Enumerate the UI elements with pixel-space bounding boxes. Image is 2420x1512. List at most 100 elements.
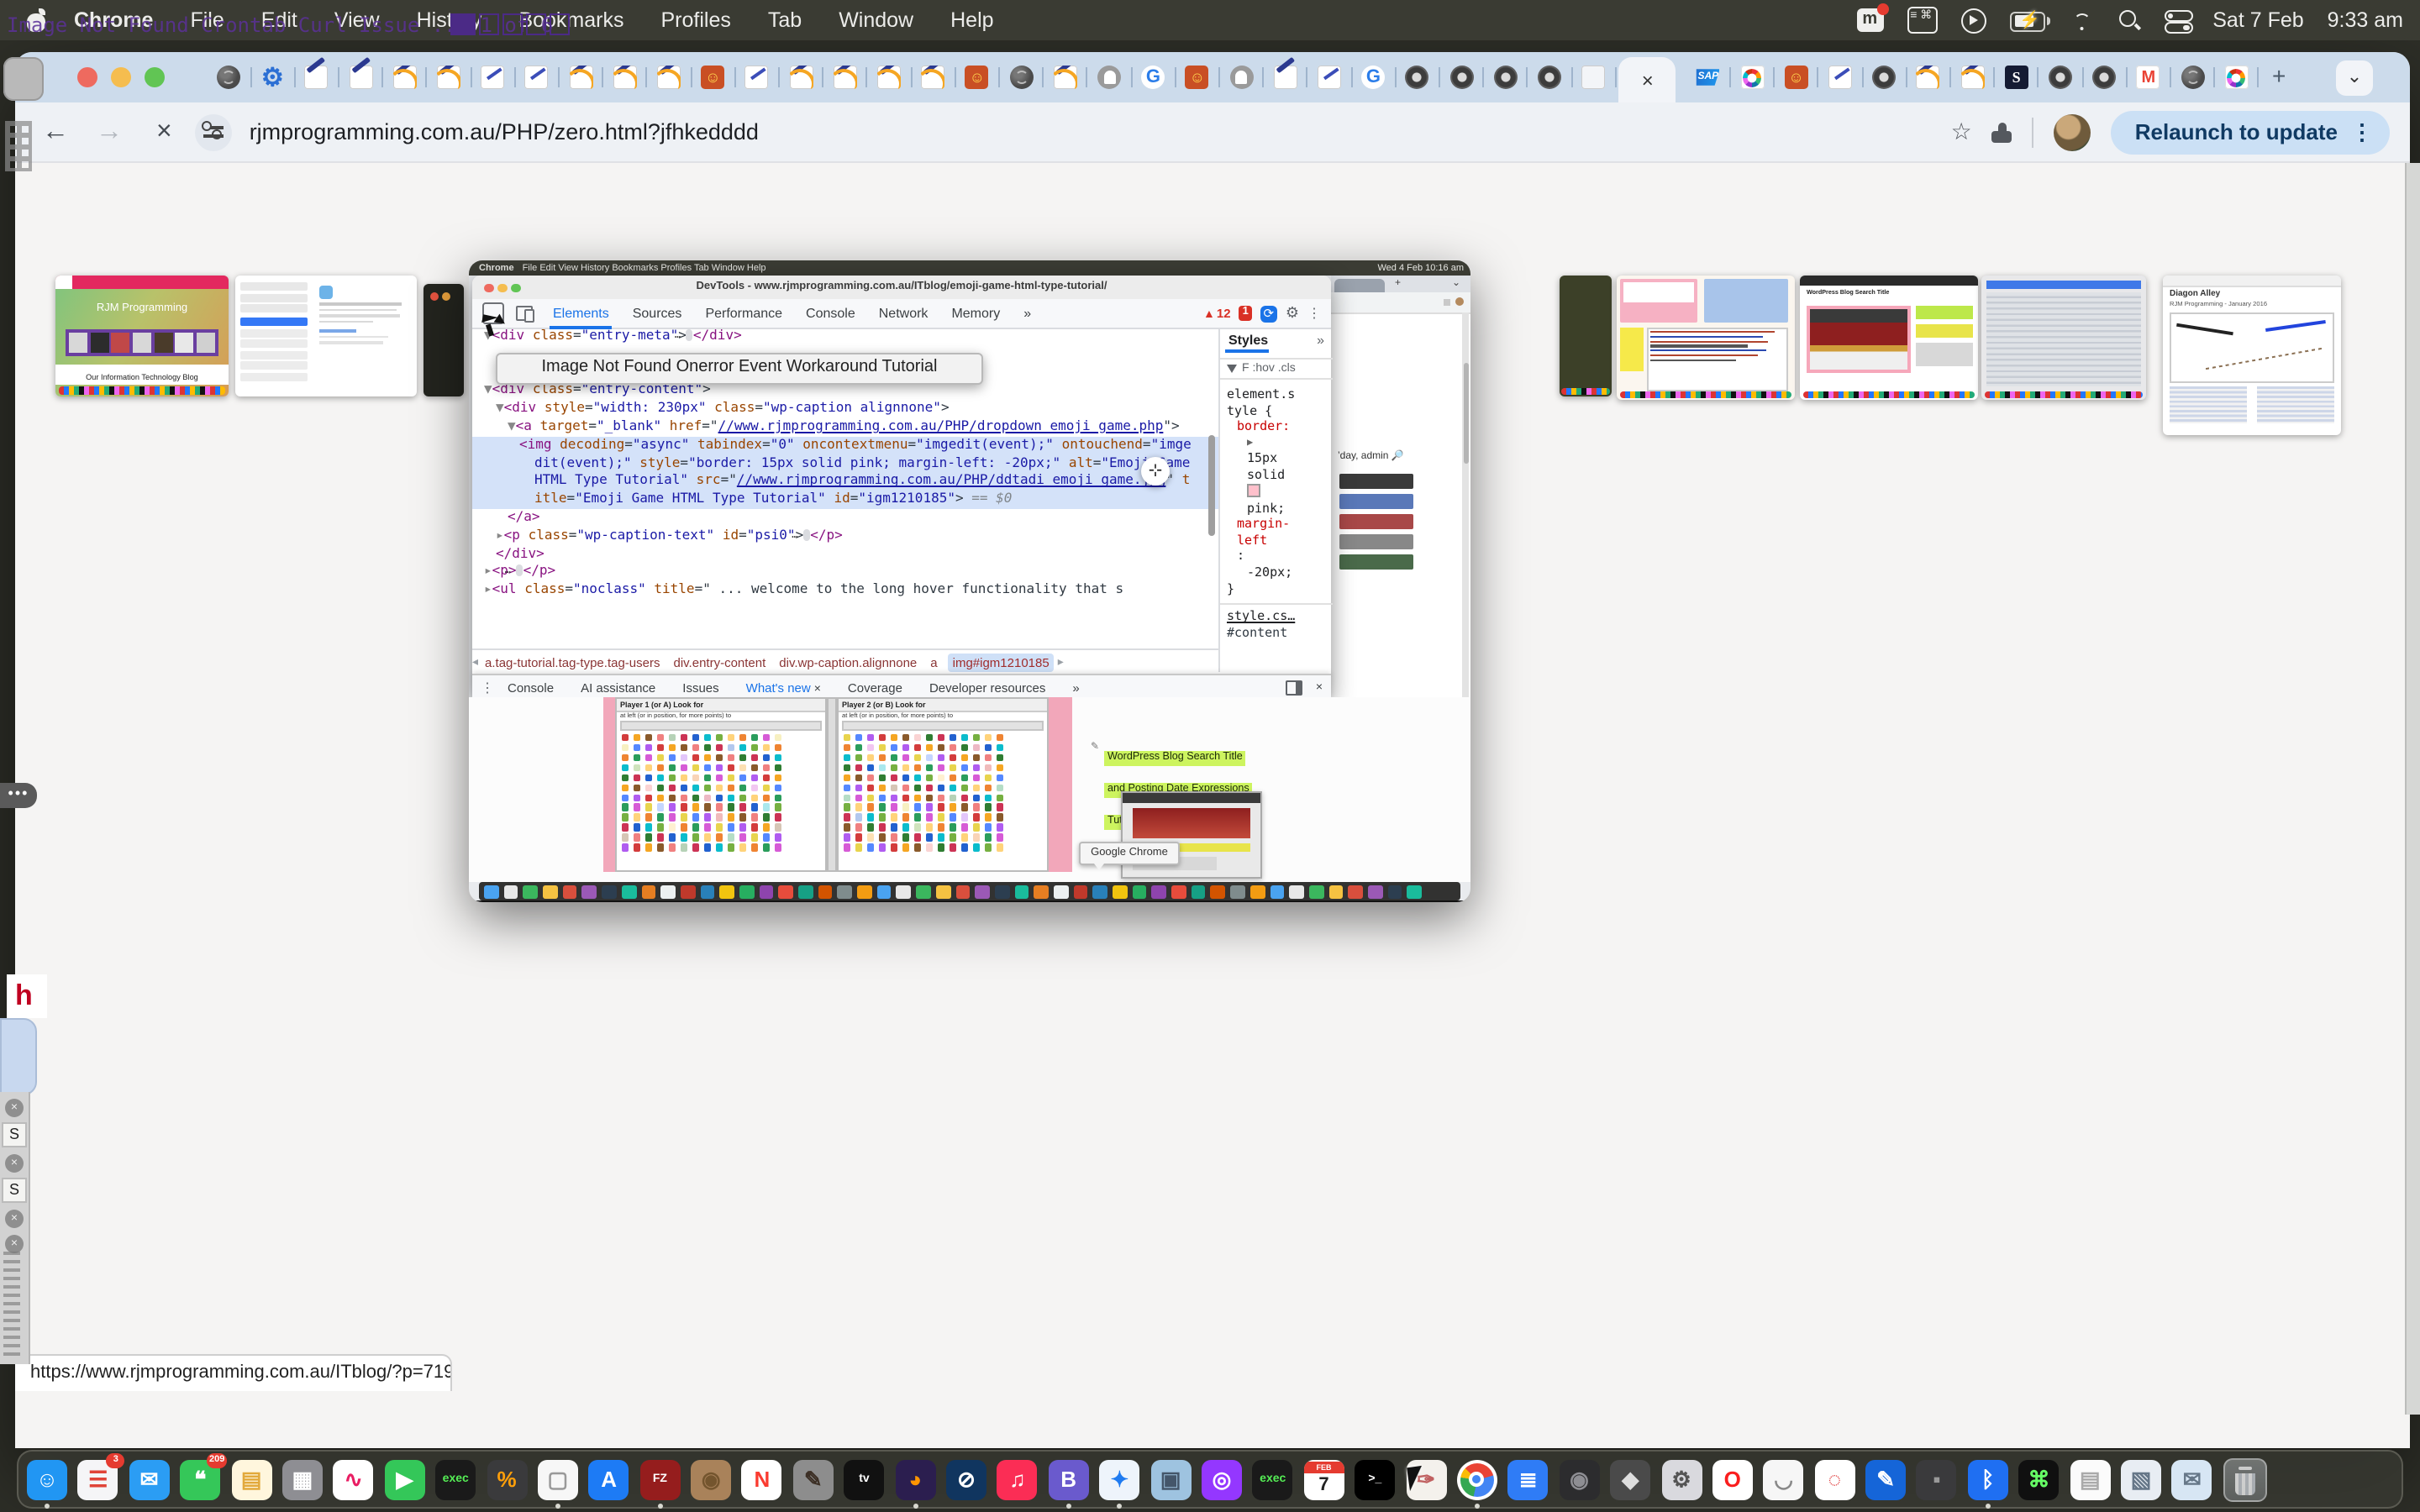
dock-app-blocked[interactable]: ⊘ bbox=[946, 1459, 986, 1499]
new-tab-button[interactable]: + bbox=[2272, 62, 2286, 89]
dock-app-pen[interactable]: ✎ bbox=[1865, 1459, 1906, 1499]
dock-app-opera[interactable]: O bbox=[1712, 1459, 1753, 1499]
style-rule-line[interactable]: pink; bbox=[1227, 500, 1329, 516]
style-rule-line[interactable]: } bbox=[1227, 580, 1329, 596]
pinned-tab-google[interactable]: G bbox=[1355, 60, 1392, 94]
style-rule-line[interactable]: -20px; bbox=[1227, 564, 1329, 580]
dock-app-finder[interactable]: ☺ bbox=[27, 1459, 67, 1499]
pinned-tab-dots[interactable] bbox=[1733, 60, 1770, 94]
dock-app-reminders[interactable]: ☰3 bbox=[78, 1459, 118, 1499]
dock-app-shell[interactable]: >_ bbox=[1355, 1459, 1395, 1499]
thumbnail-diagon-alley-chart[interactable]: Diagon Alley RJM Programming - January 2… bbox=[2163, 276, 2341, 435]
drawer-more-icon[interactable]: » bbox=[1072, 680, 1079, 695]
dock-app-settings[interactable]: ⚙ bbox=[1661, 1459, 1702, 1499]
pinned-tab-sap[interactable]: SAP bbox=[1690, 60, 1727, 94]
devtools-tab-console[interactable]: Console bbox=[806, 306, 855, 321]
pinned-tab-pencil[interactable] bbox=[342, 60, 379, 94]
pinned-tab-line[interactable] bbox=[518, 60, 555, 94]
dock-app-facetime[interactable]: ▶ bbox=[384, 1459, 424, 1499]
search-icon[interactable] bbox=[2118, 9, 2140, 31]
pinned-tab-sdark[interactable]: S bbox=[1998, 60, 2035, 94]
pinned-tab-google[interactable]: G bbox=[1134, 60, 1171, 94]
vertical-tab[interactable]: S bbox=[2, 1178, 27, 1203]
dock-app-bluetooth[interactable]: ᛒ bbox=[1968, 1459, 2008, 1499]
dock-app-camera[interactable]: ◉ bbox=[1559, 1459, 1599, 1499]
pinned-tab-pencilO[interactable] bbox=[782, 60, 819, 94]
element-style-rule[interactable]: element.style {border:▶15pxsolidpink;mar… bbox=[1220, 380, 1333, 596]
thumbnail-list-window[interactable] bbox=[1981, 276, 2146, 400]
style-rule-line[interactable]: ▶ bbox=[1227, 435, 1329, 451]
code-line[interactable]: ▼<a target="_blank" href="//www.rjmprogr… bbox=[472, 418, 1218, 437]
emoji-grid-player2[interactable]: Player 2 (or B) Look for at left (or in … bbox=[837, 697, 1049, 872]
thumbnail-dark-partial[interactable] bbox=[424, 284, 464, 396]
dock-app-textedit[interactable]: ▢ bbox=[538, 1459, 578, 1499]
styles-filter-bar[interactable]: F :hov .cls bbox=[1220, 358, 1333, 380]
pinned-tab-book[interactable] bbox=[1778, 60, 1815, 94]
dock-app-docs[interactable]: ≣ bbox=[1508, 1459, 1549, 1499]
code-line[interactable]: <img decoding="async" tabindex="0" oncon… bbox=[472, 437, 1218, 509]
style-rule-line[interactable]: : bbox=[1227, 549, 1329, 564]
color-swatch-pink[interactable] bbox=[1247, 483, 1260, 496]
dock-app-graph[interactable]: ∿ bbox=[334, 1459, 374, 1499]
pinned-tab-pencilO[interactable] bbox=[914, 60, 951, 94]
style-rule-line[interactable] bbox=[1227, 483, 1329, 500]
pinned-tab-globe[interactable] bbox=[2174, 60, 2211, 94]
dock-app-launchpad[interactable]: ▦ bbox=[282, 1459, 323, 1499]
devtools-tab-sources[interactable]: Sources bbox=[633, 306, 682, 321]
pinned-tab-blank[interactable] bbox=[1575, 60, 1612, 94]
dock-app-terminal[interactable]: exec bbox=[435, 1459, 476, 1499]
embedded-screenshot[interactable]: ChromeFile Edit View History Bookmarks P… bbox=[469, 260, 1470, 902]
pinned-tab-pencilO[interactable] bbox=[827, 60, 864, 94]
menu-item[interactable]: Window bbox=[839, 8, 913, 32]
pinned-tab-globe[interactable] bbox=[1002, 60, 1039, 94]
relaunch-kebab-icon[interactable]: ⋮ bbox=[2351, 118, 2373, 145]
thumbnail-rjm-site[interactable]: RJM Programming Our Information Technolo… bbox=[55, 276, 229, 396]
pinned-tab-chromeD[interactable] bbox=[1487, 60, 1524, 94]
pinned-tab-line[interactable] bbox=[739, 60, 776, 94]
dock-app-mail[interactable]: ✉ bbox=[129, 1459, 170, 1499]
dock-app-mail-alt[interactable]: ✉ bbox=[2172, 1459, 2212, 1499]
pinned-tab-chromeD[interactable] bbox=[1865, 60, 1902, 94]
pinned-tab-line[interactable] bbox=[1822, 60, 1859, 94]
profile-avatar[interactable] bbox=[2054, 113, 2091, 150]
close-icon[interactable]: × bbox=[5, 1235, 24, 1253]
dock-app-iterm[interactable]: ⌘ bbox=[2018, 1459, 2059, 1499]
stylesheet-link[interactable]: style.cs… bbox=[1227, 608, 1333, 624]
thumbnail-olive-desktop[interactable] bbox=[1560, 276, 1612, 396]
m-app-icon[interactable]: m bbox=[1856, 8, 1883, 32]
style-rule-line[interactable]: border: bbox=[1227, 418, 1329, 434]
breadcrumb-item[interactable]: a bbox=[930, 654, 937, 669]
style-rule-line[interactable]: tyle { bbox=[1227, 402, 1329, 418]
style-rule-line[interactable]: solid bbox=[1227, 467, 1329, 483]
close-icon[interactable]: × bbox=[5, 1154, 24, 1173]
drawer-tab-issues[interactable]: Issues bbox=[682, 680, 718, 695]
code-line[interactable]: ▼<div class="entry-meta">…</div> bbox=[472, 328, 1218, 346]
pinned-tab-pencilO[interactable] bbox=[1954, 60, 1991, 94]
pinned-tab-pencilO[interactable] bbox=[871, 60, 908, 94]
dock-app-bear[interactable]: B bbox=[1049, 1459, 1089, 1499]
dock-app-music[interactable]: ♫ bbox=[997, 1459, 1038, 1499]
keyboard-window-icon[interactable] bbox=[1907, 7, 1937, 34]
wifi-icon[interactable] bbox=[2068, 10, 2095, 30]
thumbnail-blog-devtools[interactable] bbox=[1617, 276, 1795, 400]
pinned-tab-ghost[interactable] bbox=[1091, 60, 1128, 94]
drawer-tab-ai-assistance[interactable]: AI assistance bbox=[581, 680, 655, 695]
extensions-icon[interactable] bbox=[1992, 122, 2012, 142]
dock-app-files[interactable]: ▧ bbox=[2121, 1459, 2161, 1499]
inner-close-button[interactable] bbox=[484, 283, 493, 292]
pinned-tab-pencilO[interactable] bbox=[562, 60, 599, 94]
pinned-tab-gmail[interactable]: M bbox=[2130, 60, 2167, 94]
dock-app-pages[interactable]: ▤ bbox=[2070, 1459, 2110, 1499]
styles-more-icon[interactable]: » bbox=[1317, 333, 1324, 348]
minimize-window-button[interactable] bbox=[111, 67, 131, 87]
menu-item[interactable]: Help bbox=[950, 8, 993, 32]
thumbnail-ipad-settings[interactable] bbox=[235, 276, 417, 396]
dock-app-podcasts[interactable]: ◎ bbox=[1202, 1459, 1242, 1499]
devtools-kebab-icon[interactable]: ⋮ bbox=[1307, 306, 1321, 321]
drawer-tab-coverage[interactable]: Coverage bbox=[848, 680, 902, 695]
devtools-sync-icon[interactable]: ⟳ bbox=[1260, 305, 1277, 322]
breadcrumb-item[interactable]: a.tag-tutorial.tag-type.tag-users bbox=[485, 654, 660, 669]
styles-tab[interactable]: Styles bbox=[1228, 333, 1268, 348]
filter-icon[interactable] bbox=[1227, 365, 1237, 373]
code-line[interactable]: ▸<p>…</p> bbox=[472, 564, 1218, 582]
